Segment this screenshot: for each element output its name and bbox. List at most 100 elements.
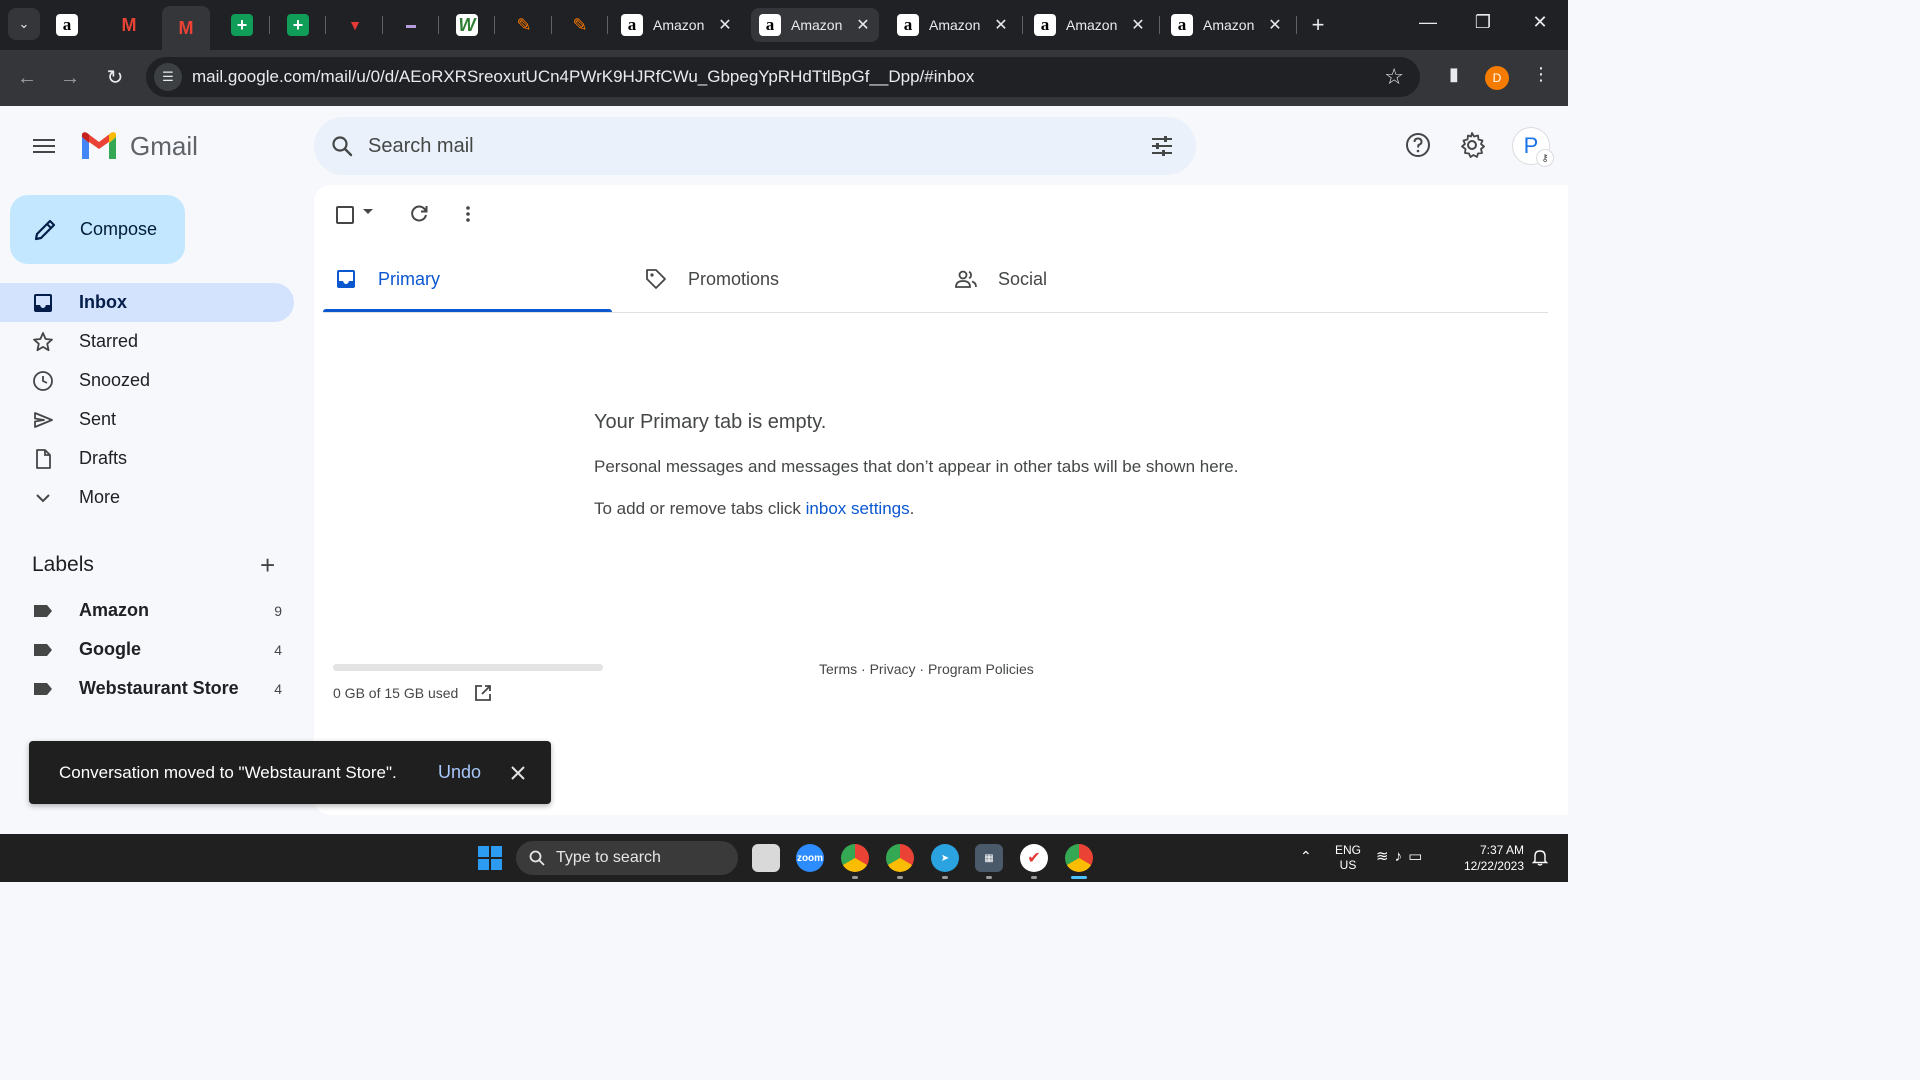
site-info-button[interactable]: ☰ <box>154 63 182 91</box>
clock-date: 12/22/2023 <box>1463 859 1524 873</box>
close-icon[interactable] <box>509 764 527 782</box>
sidebar-item-drafts[interactable]: Drafts <box>0 439 294 478</box>
help-icon[interactable] <box>1403 130 1433 160</box>
taskbar-app-telegram-icon[interactable]: ➤ <box>931 844 959 872</box>
people-icon <box>955 270 977 288</box>
open-external-icon[interactable] <box>473 683 493 703</box>
search-input[interactable] <box>368 134 1150 158</box>
restore-icon: ❐ <box>1474 12 1492 32</box>
close-icon[interactable]: ✕ <box>1128 15 1148 35</box>
sidebar-label-amazon[interactable]: Amazon 9 <box>0 591 294 630</box>
tab-title: Amazon <box>929 17 981 33</box>
taskbar-app-calculator-icon[interactable]: ▦ <box>975 844 1003 872</box>
search-icon <box>529 850 545 866</box>
select-options-caret-icon[interactable] <box>363 209 373 214</box>
reload-icon: ↻ <box>106 67 124 89</box>
taskbar-search-placeholder: Type to search <box>556 849 661 866</box>
program-policies-link[interactable]: Program Policies <box>928 661 1034 677</box>
input-language-indicator[interactable]: ENG US <box>1332 843 1364 873</box>
chrome-profile-avatar[interactable]: D <box>1485 66 1509 90</box>
search-bar[interactable] <box>314 117 1196 175</box>
close-icon[interactable]: ✕ <box>991 15 1011 35</box>
sidebar-label-google[interactable]: Google 4 <box>0 630 294 669</box>
forward-button[interactable]: → <box>56 64 84 92</box>
pinned-tab-sheets-2[interactable]: + <box>287 8 309 42</box>
chrome-menu-button[interactable]: ⋮ <box>1527 64 1555 85</box>
pinned-tab-amazon-1[interactable]: a <box>56 8 78 42</box>
gmail-logo-icon[interactable] <box>80 131 118 161</box>
pinned-tab-site-purple[interactable]: ▬ <box>400 8 422 42</box>
tab-amazon-4[interactable]: a Amazon ✕ <box>1026 8 1154 42</box>
tab-label: Social <box>998 268 1048 289</box>
tab-social[interactable]: Social <box>954 245 1047 313</box>
sidebar-label-webstaurant-store[interactable]: Webstaurant Store 4 <box>0 669 294 708</box>
taskbar-app-checkmark-icon[interactable]: ✔ <box>1020 844 1048 872</box>
close-icon[interactable]: ✕ <box>715 15 735 35</box>
taskbar-app-file-explorer-icon[interactable] <box>752 844 780 872</box>
windows-start-icon[interactable] <box>478 846 502 870</box>
close-window-button[interactable]: ✕ <box>1520 12 1560 33</box>
snackbar: Conversation moved to "Webstaurant Store… <box>29 741 551 804</box>
inbox-icon <box>337 270 355 288</box>
taskbar-app-chrome-icon[interactable] <box>841 844 869 872</box>
pinned-tab-gmail-active[interactable]: M <box>162 6 210 50</box>
taskbar-search[interactable]: Type to search <box>516 841 738 875</box>
empty-state-description: Personal messages and messages that don’… <box>594 457 1239 476</box>
show-hidden-icons-chevron-icon[interactable]: ⌃ <box>1300 848 1312 865</box>
search-icon[interactable] <box>330 134 354 158</box>
notification-bell-icon[interactable] <box>1532 848 1548 866</box>
tab-search-button[interactable]: ⌄ <box>8 8 40 40</box>
taskbar-app-chrome-profile-icon[interactable] <box>886 844 914 872</box>
settings-gear-icon[interactable] <box>1457 130 1487 160</box>
address-bar[interactable]: ☰ mail.google.com/mail/u/0/d/AEoRXRSreox… <box>146 57 1420 97</box>
pinned-tab-sheets-1[interactable]: + <box>231 8 253 42</box>
sidebar-item-inbox[interactable]: Inbox <box>0 283 294 322</box>
terms-link[interactable]: Terms <box>819 661 857 677</box>
amazon-favicon-icon: a <box>621 14 643 36</box>
restore-button[interactable]: ❐ <box>1463 12 1503 33</box>
back-button[interactable]: ← <box>13 64 41 92</box>
close-icon[interactable]: ✕ <box>1265 15 1285 35</box>
taskbar-app-zoom-icon[interactable]: zoom <box>796 844 824 872</box>
reload-button[interactable]: ↻ <box>101 64 129 92</box>
gmail-favicon-icon: M <box>121 14 137 35</box>
side-panel-button[interactable]: ▮ <box>1440 64 1468 85</box>
create-label-button[interactable]: + <box>260 552 275 578</box>
tab-amazon-1[interactable]: a Amazon ✕ <box>613 8 741 42</box>
pinned-tab-site-red[interactable]: ▼ <box>344 8 366 42</box>
compose-button[interactable]: Compose <box>10 195 185 264</box>
tab-promotions[interactable]: Promotions <box>644 245 779 313</box>
more-vert-icon[interactable] <box>457 203 479 225</box>
tab-amazon-5[interactable]: a Amazon ✕ <box>1163 8 1291 42</box>
pinned-tab-w[interactable]: W <box>456 8 478 42</box>
refresh-icon[interactable] <box>408 203 430 225</box>
system-tray-icons[interactable]: ≋♪▭ <box>1376 847 1428 865</box>
tab-amazon-3[interactable]: a Amazon ✕ <box>889 8 1017 42</box>
empty-state-hint: To add or remove tabs click inbox settin… <box>594 499 914 519</box>
sidebar-item-starred[interactable]: Starred <box>0 322 294 361</box>
sidebar-item-sent[interactable]: Sent <box>0 400 294 439</box>
close-icon[interactable]: ✕ <box>853 15 873 35</box>
tab-amazon-2[interactable]: a Amazon ✕ <box>751 8 879 42</box>
privacy-link[interactable]: Privacy <box>870 661 916 677</box>
url-text[interactable]: mail.google.com/mail/u/0/d/AEoRXRSreoxut… <box>192 67 1384 87</box>
label-name: Webstaurant Store <box>79 678 239 698</box>
undo-button[interactable]: Undo <box>438 762 481 783</box>
taskbar-clock[interactable]: 7:37 AM 12/22/2023 <box>1452 842 1524 874</box>
footer-separator: · <box>915 661 928 677</box>
sidebar-item-snoozed[interactable]: Snoozed <box>0 361 294 400</box>
taskbar-app-chrome-active-icon[interactable] <box>1065 844 1093 872</box>
bookmark-star-icon[interactable]: ☆ <box>1384 64 1404 90</box>
new-tab-button[interactable]: + <box>1306 12 1330 38</box>
minimize-button[interactable]: — <box>1408 12 1448 33</box>
search-options-icon[interactable] <box>1150 134 1174 158</box>
select-all-checkbox[interactable] <box>336 206 354 224</box>
main-menu-button[interactable] <box>24 126 64 166</box>
pinned-tab-gmail-1[interactable]: M <box>118 8 140 42</box>
draft-document-icon <box>36 448 51 469</box>
sidebar-item-more[interactable]: More <box>0 478 294 517</box>
pinned-tab-orange-2[interactable]: ✎ <box>569 8 591 42</box>
inbox-settings-link[interactable]: inbox settings <box>806 499 910 518</box>
pinned-tab-orange-1[interactable]: ✎ <box>513 8 535 42</box>
tab-primary[interactable]: Primary <box>334 245 440 313</box>
